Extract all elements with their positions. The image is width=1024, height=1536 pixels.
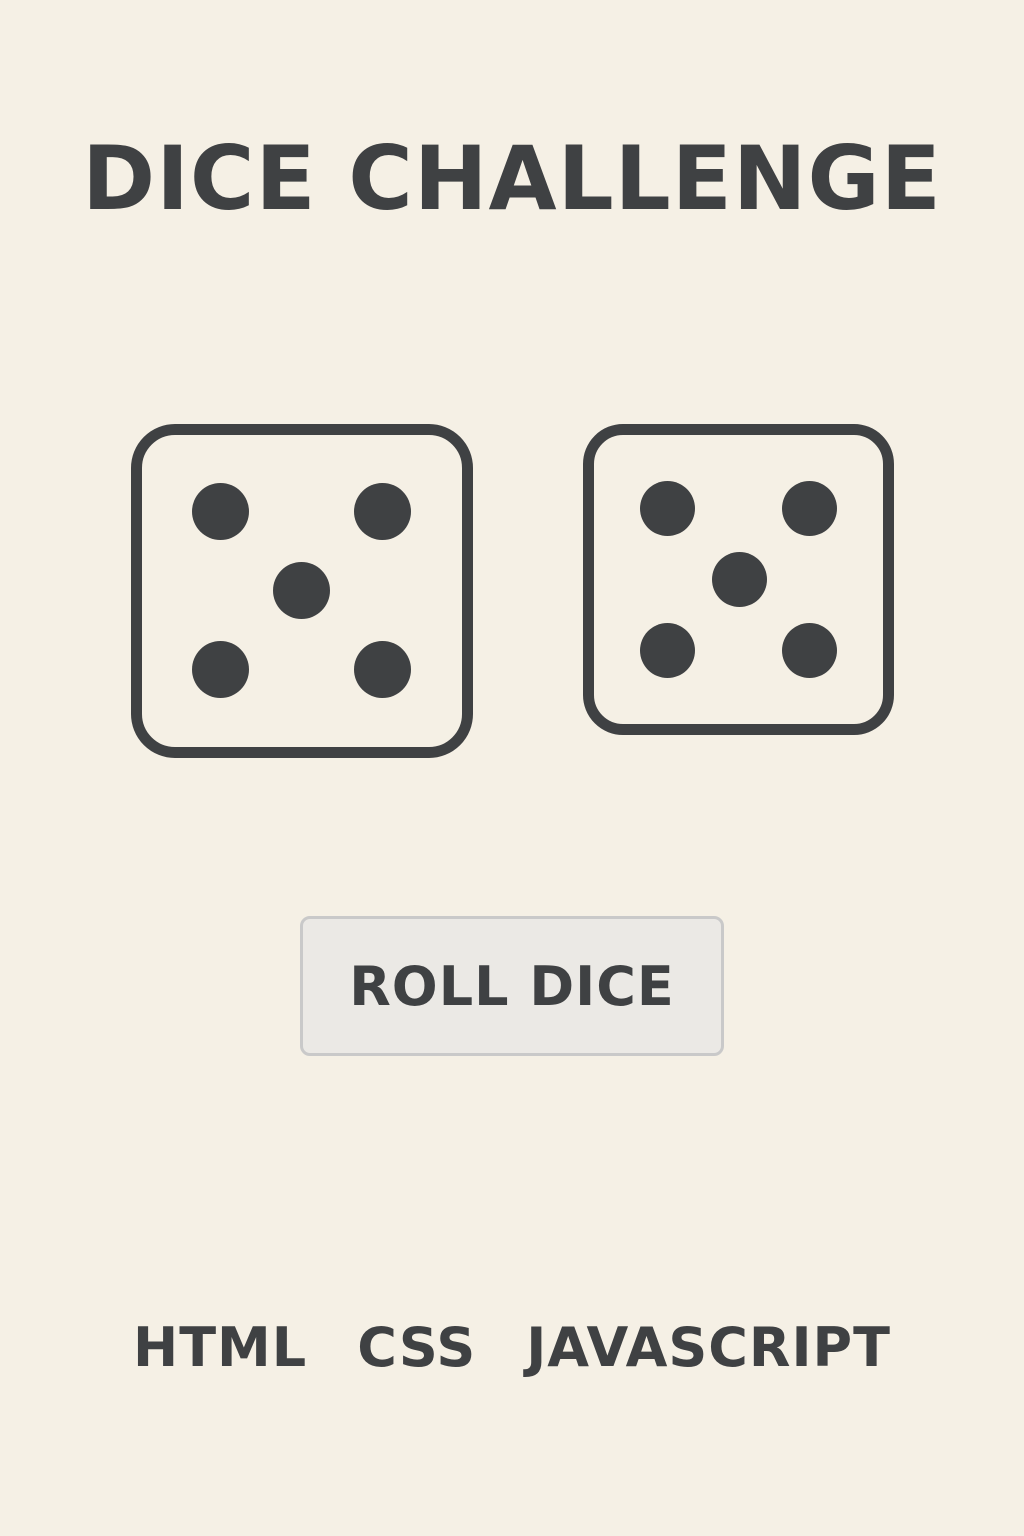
die-pip: [192, 483, 249, 540]
die-pip: [712, 552, 767, 607]
die-pip: [273, 562, 330, 619]
tech-label-javascript: JAVASCRIPT: [526, 1316, 891, 1379]
tech-label-html: HTML: [133, 1316, 308, 1379]
page-title: DICE CHALLENGE: [82, 127, 942, 230]
die-right: [583, 424, 894, 735]
die-pip: [354, 641, 411, 698]
tech-label-css: CSS: [357, 1316, 477, 1379]
die-pip: [640, 481, 695, 536]
die-pip: [782, 623, 837, 678]
die-pip: [192, 641, 249, 698]
die-pip: [354, 483, 411, 540]
die-pip: [640, 623, 695, 678]
die-pip: [782, 481, 837, 536]
roll-dice-button[interactable]: ROLL DICE: [300, 916, 724, 1056]
tech-stack-list: HTML CSS JAVASCRIPT: [0, 1316, 1024, 1379]
die-left: [131, 424, 473, 758]
